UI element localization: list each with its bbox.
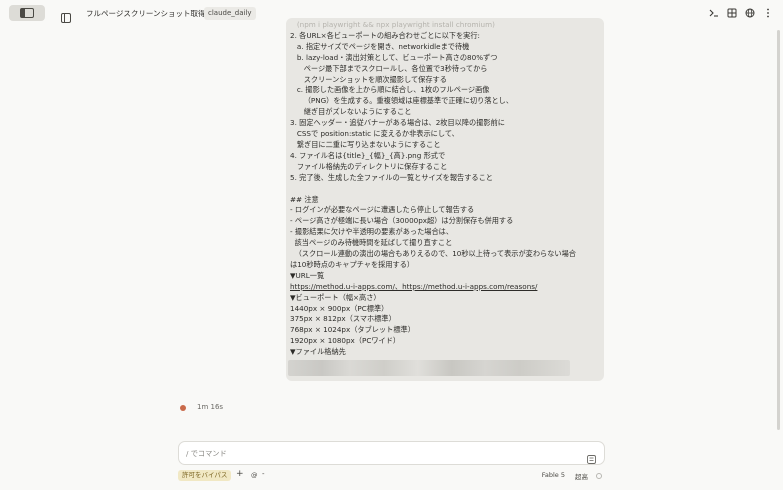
message-line: a. 指定サイズでページを開き、networkidleまで待機 xyxy=(290,41,470,51)
add-button[interactable]: + xyxy=(236,469,244,479)
message-line: (npm i playwright && npx playwright inst… xyxy=(290,20,495,29)
message-line: ▼URL一覧 xyxy=(290,270,325,280)
message-line: 2. 各URL×各ビューポートの組み合わせごとに以下を実行: xyxy=(290,30,480,40)
message-line: - ログインが必要なページに遭遇したら停止して報告する xyxy=(290,205,475,215)
sidebar-icon xyxy=(20,8,34,18)
composer-toolbar: 許可をバイパス + @ - Fable 5 超高 xyxy=(178,469,605,482)
message-line: 4. ファイル名は{title}_{幅}_{高}.png 形式で xyxy=(290,150,446,160)
activity-dot xyxy=(180,405,186,411)
effort-selector[interactable]: 超高 xyxy=(575,471,588,481)
message-line: c. 撮影した画像を上から順に結合し、1枚のフルページ画像 xyxy=(290,85,490,95)
message-line: ▼ビューポート（幅×高さ） xyxy=(290,292,381,302)
message-line: 1440px × 900px（PC標準） xyxy=(290,303,389,313)
message-line: 375px × 812px（スマホ標準） xyxy=(290,314,396,324)
more-menu-icon[interactable] xyxy=(763,8,773,18)
message-line: 768px × 1024px（タブレット標準） xyxy=(290,325,415,335)
panel-icon[interactable] xyxy=(61,8,71,23)
message-line: 5. 完了後、生成した全ファイルの一覧とサイズを報告すること xyxy=(290,172,493,182)
message-line: 3. 固定ヘッダー・追従バナーがある場合は、2枚目以降の撮影前に xyxy=(290,118,505,128)
message-line: 繋ぎ目に二重に写り込まないようにすること xyxy=(290,139,441,149)
message-line: b. lazy-load・演出対策として、ビューポート高さの80%ずつ xyxy=(290,52,498,62)
context-indicator-icon xyxy=(596,473,602,479)
elapsed-time: 1m 16s xyxy=(197,403,224,411)
collapse-button[interactable]: - xyxy=(262,470,265,478)
branch-badge[interactable]: claude_daily xyxy=(204,7,256,20)
prompt-placeholder: / でコマンド xyxy=(186,449,227,458)
user-message-bubble: (npm i playwright && npx playwright inst… xyxy=(286,18,604,381)
message-line: - ページ高さが極端に長い場合（30000px超）は分割保存も併用する xyxy=(290,216,514,226)
message-line: CSSで position:static に変えるか非表示にして、 xyxy=(290,129,459,139)
message-line: 継ぎ目がズレないようにすること xyxy=(290,107,412,117)
message-line: 1920px × 1080px（PCワイド） xyxy=(290,336,401,346)
app-window: フルページスクリーンショット取得 claude_daily (npm i pla… xyxy=(0,0,783,490)
attach-icon[interactable] xyxy=(587,449,596,464)
titlebar-actions xyxy=(709,8,773,18)
message-line: ページ最下部までスクロールし、各位置で3秒待ってから xyxy=(290,63,488,73)
terminal-icon[interactable] xyxy=(709,8,719,18)
message-line: - 撮影結果に欠けや半透明の要素があった場合は、 xyxy=(290,227,454,237)
mention-button[interactable]: @ xyxy=(251,471,258,479)
session-title[interactable]: フルページスクリーンショット取得 xyxy=(86,8,205,19)
message-line: ▼ファイル格納先 xyxy=(290,347,346,357)
sidebar-toggle-button[interactable] xyxy=(9,5,45,21)
message-line: スクリーンショットを順次撮影して保存する xyxy=(290,74,447,84)
message-line: は10秒時点のキャプチャを採用する） xyxy=(290,259,415,269)
redacted-path xyxy=(288,360,570,376)
scrollbar[interactable] xyxy=(777,30,780,430)
message-line[interactable]: https://method.u-i-apps.com/、https://met… xyxy=(290,282,600,293)
message-line: 該当ページのみ待機時間を延ばして撮り直すこと xyxy=(290,238,453,248)
message-line: ファイル格納先のディレクトリに保存すること xyxy=(290,161,448,171)
message-line: （スクロール連動の演出の場合もありえるので、10秒以上待って表示が変わらない場合 xyxy=(290,249,576,259)
permission-bypass-toggle[interactable]: 許可をバイパス xyxy=(178,470,232,481)
preview-icon[interactable] xyxy=(727,8,737,18)
model-selector[interactable]: Fable 5 xyxy=(542,471,565,479)
globe-icon[interactable] xyxy=(745,8,755,18)
prompt-input[interactable]: / でコマンド xyxy=(178,441,605,465)
message-body: (npm i playwright && npx playwright inst… xyxy=(290,20,600,358)
message-line: ## 注意 xyxy=(290,194,319,204)
message-line: （PNG）を生成する。重複領域は座標基準で正確に切り落とし、 xyxy=(290,96,514,106)
message-line xyxy=(290,184,600,195)
